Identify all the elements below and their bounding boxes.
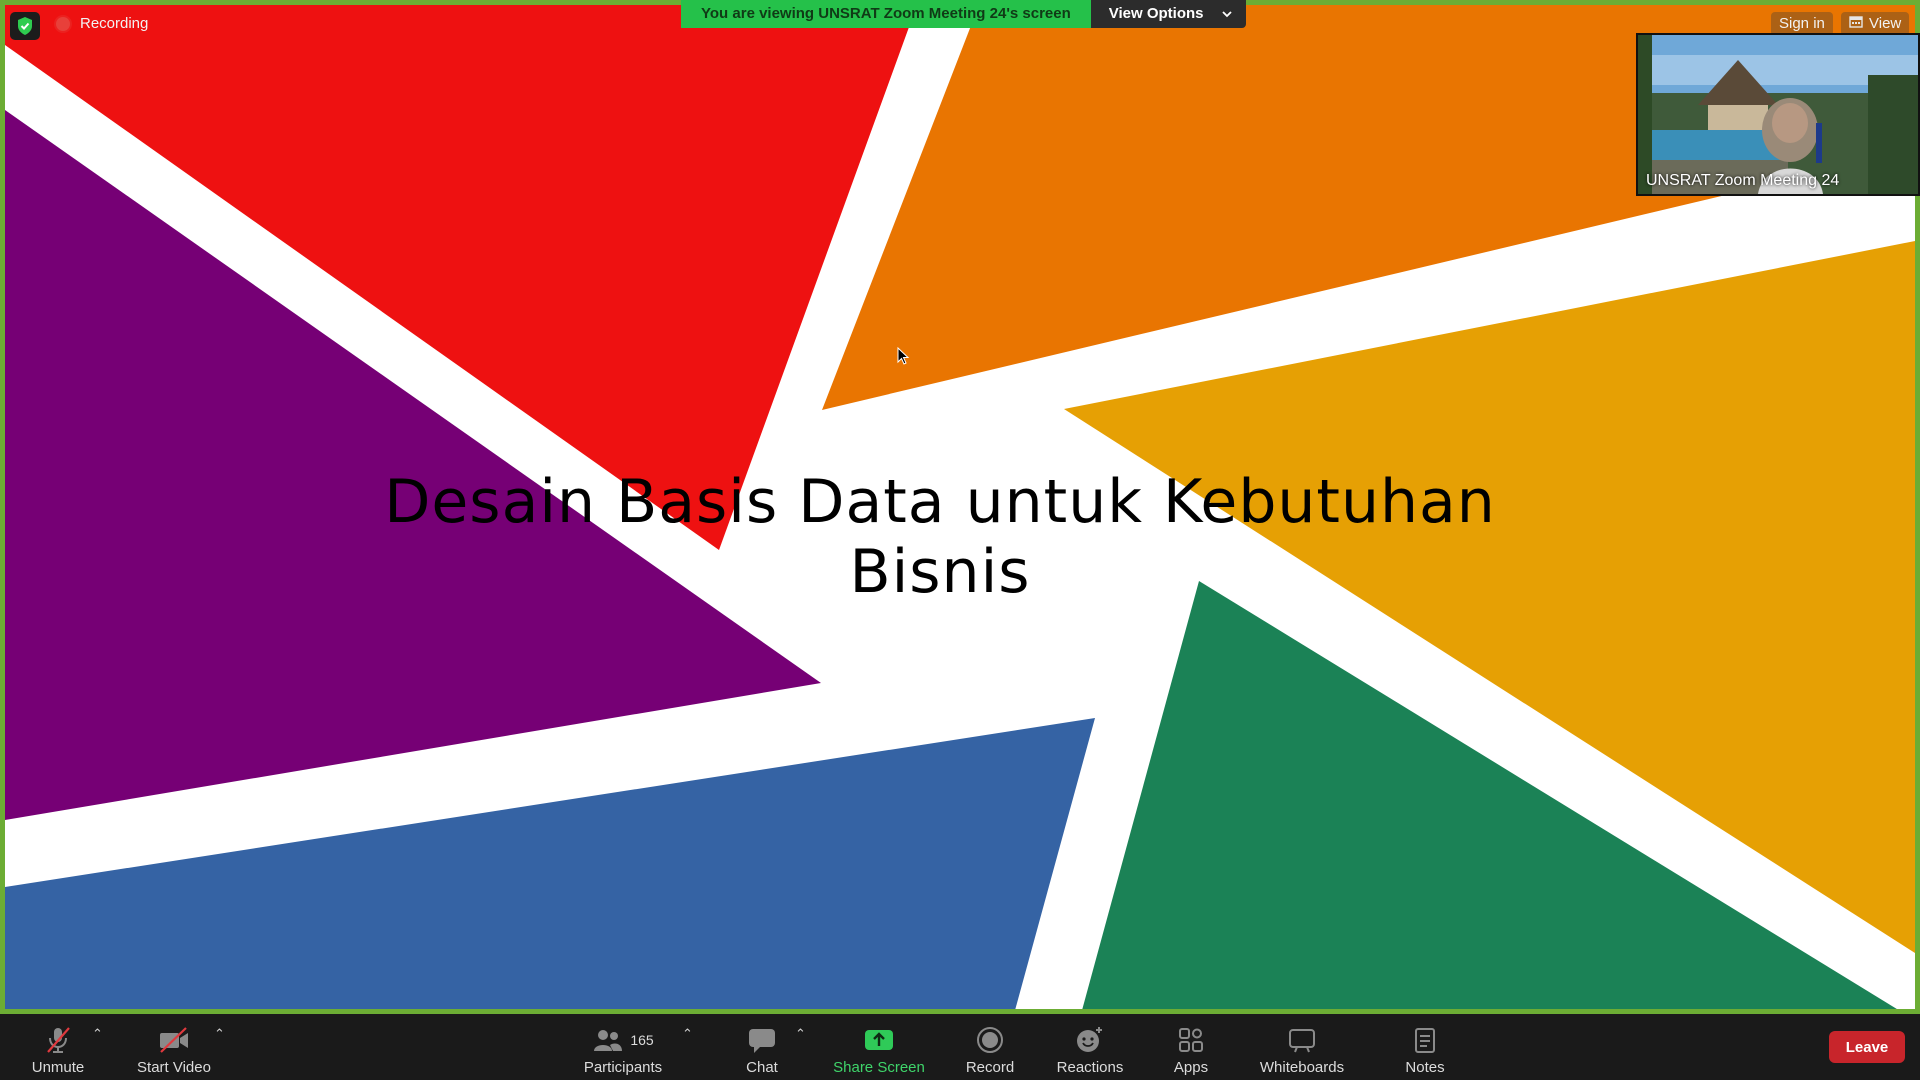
mouse-pointer-icon xyxy=(897,346,911,372)
notes-icon xyxy=(1412,1022,1438,1058)
start-video-label: Start Video xyxy=(137,1059,211,1076)
notes-label: Notes xyxy=(1405,1059,1445,1076)
share-banner: You are viewing UNSRAT Zoom Meeting 24's… xyxy=(681,0,1246,28)
audio-options-caret[interactable]: ⌃ xyxy=(92,1026,103,1042)
whiteboard-icon xyxy=(1287,1022,1317,1058)
meeting-toolbar: Unmute ⌃ Start Video ⌃ 165 Participants … xyxy=(0,1014,1920,1080)
microphone-muted-icon xyxy=(43,1022,73,1058)
recording-label: Recording xyxy=(80,15,149,32)
participants-button[interactable]: 165 Participants xyxy=(578,1014,668,1080)
apps-button[interactable]: Apps xyxy=(1161,1014,1221,1080)
record-circle-icon xyxy=(976,1022,1004,1058)
view-options-button[interactable]: View Options xyxy=(1090,0,1246,28)
whiteboards-label: Whiteboards xyxy=(1259,1059,1345,1076)
chat-label: Chat xyxy=(746,1059,778,1076)
share-screen-button[interactable]: Share Screen xyxy=(828,1014,930,1080)
people-icon xyxy=(594,1030,623,1051)
record-button[interactable]: Record xyxy=(955,1014,1025,1080)
slide-title-line-1: Desain Basis Data untuk Kebutuhan xyxy=(384,467,1496,537)
participant-name: UNSRAT Zoom Meeting 24 xyxy=(1646,172,1840,189)
zoom-meeting-window: Desain Basis Data untuk Kebutuhan Bisnis… xyxy=(0,0,1920,1080)
share-banner-text: You are viewing UNSRAT Zoom Meeting 24's… xyxy=(681,0,1091,28)
shield-check-icon[interactable] xyxy=(10,12,40,40)
video-thumbnail[interactable]: UNSRAT Zoom Meeting 24 xyxy=(1636,33,1920,196)
leave-label: Leave xyxy=(1845,1038,1889,1056)
video-feed-image xyxy=(1638,35,1918,194)
chat-bubble-icon xyxy=(747,1022,777,1058)
unmute-label: Unmute xyxy=(31,1059,85,1076)
slide-title: Desain Basis Data untuk Kebutuhan Bisnis xyxy=(365,467,1515,607)
participants-count: 165 xyxy=(630,1032,654,1048)
apps-label: Apps xyxy=(1173,1059,1209,1076)
smiley-plus-icon xyxy=(1075,1022,1105,1058)
camera-off-icon xyxy=(157,1022,191,1058)
share-screen-label: Share Screen xyxy=(833,1059,925,1076)
chat-button[interactable]: Chat xyxy=(730,1014,794,1080)
shared-screen: Desain Basis Data untuk Kebutuhan Bisnis xyxy=(0,0,1920,1014)
participants-icon-row: 165 xyxy=(592,1022,654,1058)
video-options-caret[interactable]: ⌃ xyxy=(214,1026,225,1042)
unmute-button[interactable]: Unmute xyxy=(22,1014,94,1080)
leave-button[interactable]: Leave xyxy=(1829,1031,1905,1063)
record-label: Record xyxy=(965,1059,1015,1076)
share-arrow-up-icon xyxy=(863,1022,895,1058)
start-video-button[interactable]: Start Video xyxy=(130,1014,218,1080)
view-options-label: View Options xyxy=(1108,5,1204,22)
whiteboards-button[interactable]: Whiteboards xyxy=(1252,1014,1352,1080)
chat-options-caret[interactable]: ⌃ xyxy=(795,1026,806,1042)
participants-label: Participants xyxy=(583,1059,663,1076)
record-dot-icon xyxy=(56,16,70,31)
recording-indicator[interactable]: Recording xyxy=(56,15,148,32)
participants-options-caret[interactable]: ⌃ xyxy=(682,1026,693,1042)
chevron-down-icon xyxy=(1221,0,1232,28)
apps-grid-icon xyxy=(1177,1022,1205,1058)
reactions-button[interactable]: Reactions xyxy=(1050,1014,1130,1080)
slide-title-line-2: Bisnis xyxy=(849,537,1031,607)
reactions-label: Reactions xyxy=(1056,1059,1124,1076)
notes-button[interactable]: Notes xyxy=(1395,1014,1455,1080)
